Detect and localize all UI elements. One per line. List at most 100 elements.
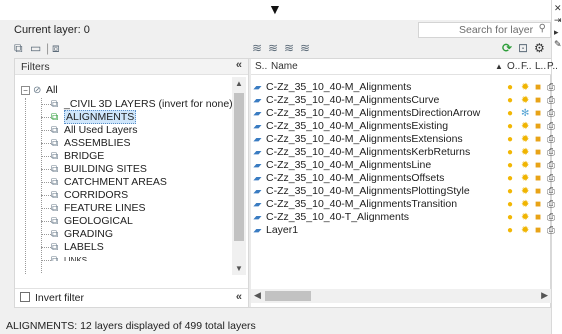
printer-icon[interactable]: ⎙ (547, 120, 555, 133)
thawed-sun-icon[interactable]: ✹ (521, 120, 529, 133)
collapse-filters-button[interactable]: « (236, 59, 242, 71)
bulb-on-icon[interactable]: ● (507, 120, 513, 133)
bulb-on-icon[interactable]: ● (507, 211, 513, 224)
filter-tree-scrollbar[interactable]: ▲ ▼ (232, 77, 246, 275)
layer-row[interactable]: ▰ C-Zz_35_10_40-M_AlignmentsExtensions ●… (251, 133, 555, 146)
layer-row[interactable]: ▰ C-Zz_35_10_40-M_AlignmentsOffsets ● ✹ … (251, 172, 555, 185)
bulb-on-icon[interactable]: ● (507, 159, 513, 172)
layer-row[interactable]: ▰ C-Zz_35_10_40-M_AlignmentsPlottingStyl… (251, 185, 555, 198)
filter-item-labels[interactable]: ⧉ LABELS (51, 241, 104, 254)
unlocked-icon[interactable]: ■ (535, 198, 541, 211)
thawed-sun-icon[interactable]: ✹ (521, 146, 529, 159)
new-group-filter-icon[interactable]: ▭ (30, 41, 41, 55)
bulb-on-icon[interactable]: ● (507, 94, 513, 107)
bulb-on-icon[interactable]: ● (507, 198, 513, 211)
thawed-sun-icon[interactable]: ✹ (521, 172, 529, 185)
layer-row[interactable]: ▰ C-Zz_35_10_40-M_AlignmentsLine ● ✹ ■ ⎙ (251, 159, 555, 172)
close-icon[interactable]: ✕ (554, 4, 562, 13)
filter-item-building-sites[interactable]: ⧉ BUILDING SITES (51, 163, 147, 176)
bulb-on-icon[interactable]: ● (507, 172, 513, 185)
layer-row[interactable]: ▰ C-Zz_35_10_40-M_AlignmentsTransition ●… (251, 198, 555, 211)
printer-icon[interactable]: ⎙ (547, 224, 555, 237)
filter-item-all[interactable]: ⊘ All (33, 84, 58, 97)
autohide-icon[interactable]: ⇥ (554, 16, 562, 25)
delete-layer-icon[interactable]: ≋ (284, 41, 294, 55)
frozen-snowflake-icon[interactable]: ✻ (521, 107, 529, 120)
scroll-up-icon[interactable]: ▲ (235, 79, 243, 88)
printer-icon[interactable]: ⎙ (547, 94, 555, 107)
layer-row[interactable]: ▰ C-Zz_35_10_40-M_Alignments ● ✹ ■ ⎙ (251, 81, 555, 94)
layer-row[interactable]: ▰ C-Zz_35_10_40-M_AlignmentsCurve ● ✹ ■ … (251, 94, 555, 107)
hscrollbar-thumb[interactable] (265, 291, 311, 301)
filter-item-geological[interactable]: ⧉ GEOLOGICAL (51, 215, 133, 228)
bulb-on-icon[interactable]: ● (507, 224, 513, 237)
filter-item-alignments[interactable]: ⧉ ALIGNMENTS (51, 110, 137, 124)
filter-item-grading[interactable]: ⧉ GRADING (51, 228, 113, 241)
printer-icon[interactable]: ⎙ (547, 211, 555, 224)
filter-item-all-used[interactable]: ⧉ All Used Layers (51, 124, 138, 137)
bulb-on-icon[interactable]: ● (507, 133, 513, 146)
column-freeze[interactable]: F.. (521, 61, 532, 72)
column-on[interactable]: O.. (507, 61, 520, 72)
gear-icon[interactable]: ⚙ (534, 41, 545, 55)
collapse-tree-icon[interactable]: − (21, 86, 30, 95)
thawed-sun-icon[interactable]: ✹ (521, 224, 529, 237)
filter-item-catchment-areas[interactable]: ⧉ CATCHMENT AREAS (51, 176, 167, 189)
filter-item-feature-lines[interactable]: ⧉ FEATURE LINES (51, 202, 146, 215)
filter-item-assemblies[interactable]: ⧉ ASSEMBLIES (51, 137, 131, 150)
search-layer-input[interactable]: Search for layer ⚲ (418, 22, 551, 38)
printer-icon[interactable]: ⎙ (547, 133, 555, 146)
printer-icon[interactable]: ⎙ (547, 185, 555, 198)
unlocked-icon[interactable]: ■ (535, 133, 541, 146)
bulb-on-icon[interactable]: ● (507, 107, 513, 120)
properties-icon[interactable]: ▸ (554, 28, 559, 37)
unlocked-icon[interactable]: ■ (535, 94, 541, 107)
set-current-icon[interactable]: ≋ (300, 41, 310, 55)
printer-icon[interactable]: ⎙ (547, 107, 555, 120)
scrollbar-thumb[interactable] (234, 93, 244, 241)
unlocked-icon[interactable]: ■ (535, 81, 541, 94)
thawed-sun-icon[interactable]: ✹ (521, 198, 529, 211)
column-plot[interactable]: P.. (547, 61, 557, 72)
unlocked-icon[interactable]: ■ (535, 172, 541, 185)
filter-item-links[interactable]: ⧉ LINKS (51, 254, 87, 261)
printer-icon[interactable]: ⎙ (547, 159, 555, 172)
unlocked-icon[interactable]: ■ (535, 185, 541, 198)
new-layer-icon[interactable]: ≋ (252, 41, 262, 55)
layer-list-hscrollbar[interactable]: ◀ ▶ (251, 289, 551, 303)
unlocked-icon[interactable]: ■ (535, 107, 541, 120)
bulb-on-icon[interactable]: ● (507, 81, 513, 94)
thawed-sun-icon[interactable]: ✹ (521, 185, 529, 198)
layer-row[interactable]: ▰ C-Zz_35_10_40-M_AlignmentsKerbReturns … (251, 146, 555, 159)
invert-filter-label[interactable]: Invert filter (35, 292, 84, 304)
thawed-sun-icon[interactable]: ✹ (521, 159, 529, 172)
thawed-sun-icon[interactable]: ✹ (521, 81, 529, 94)
thawed-sun-icon[interactable]: ✹ (521, 211, 529, 224)
layer-settings-icon[interactable]: ⊡ (518, 41, 528, 55)
unlocked-icon[interactable]: ■ (535, 211, 541, 224)
unlocked-icon[interactable]: ■ (535, 159, 541, 172)
new-property-filter-icon[interactable]: ⧉ (14, 41, 23, 55)
layer-row[interactable]: ▰ C-Zz_35_10_40-M_AlignmentsExisting ● ✹… (251, 120, 555, 133)
scroll-down-icon[interactable]: ▼ (235, 264, 243, 273)
printer-icon[interactable]: ⎙ (547, 172, 555, 185)
thawed-sun-icon[interactable]: ✹ (521, 133, 529, 146)
unlocked-icon[interactable]: ■ (535, 120, 541, 133)
thawed-sun-icon[interactable]: ✹ (521, 94, 529, 107)
filter-item-bridge[interactable]: ⧉ BRIDGE (51, 150, 104, 163)
refresh-icon[interactable]: ⟳ (502, 41, 512, 55)
bulb-on-icon[interactable]: ● (507, 185, 513, 198)
printer-icon[interactable]: ⎙ (547, 81, 555, 94)
collapse-filters-bottom-button[interactable]: « (236, 291, 242, 303)
bulb-on-icon[interactable]: ● (507, 146, 513, 159)
scroll-right-icon[interactable]: ▶ (541, 290, 548, 301)
unlocked-icon[interactable]: ■ (535, 146, 541, 159)
filter-item-corridors[interactable]: ⧉ CORRIDORS (51, 189, 128, 202)
layer-states-manager-icon[interactable]: ⧈ (52, 41, 60, 55)
column-status[interactable]: S.. (255, 61, 267, 72)
printer-icon[interactable]: ⎙ (547, 198, 555, 211)
layer-row[interactable]: ▰ Layer1 ● ✹ ■ ⎙ (251, 224, 555, 237)
layer-row[interactable]: ▰ C-Zz_35_10_40-M_AlignmentsDirectionArr… (251, 107, 555, 120)
new-layer-vp-frozen-icon[interactable]: ≋ (268, 41, 278, 55)
pin-icon[interactable]: ✎ (554, 40, 562, 49)
